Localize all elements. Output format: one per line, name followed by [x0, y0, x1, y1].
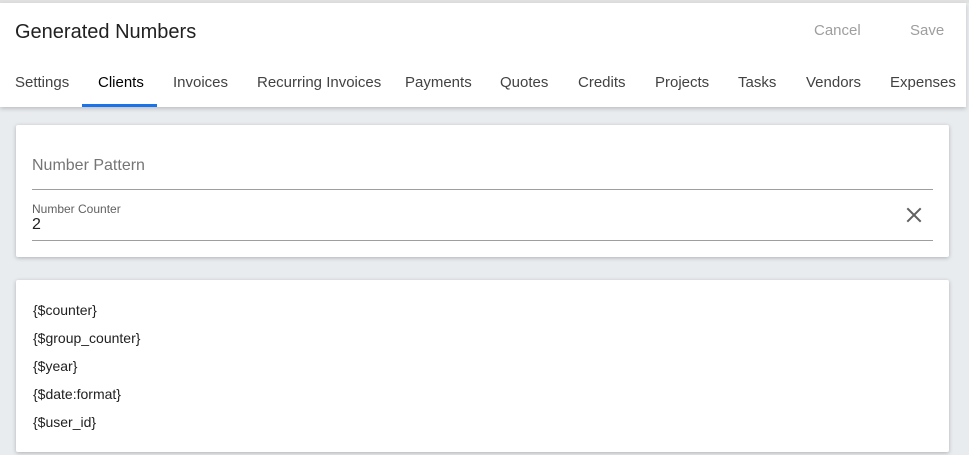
tab-expenses[interactable]: Expenses — [890, 58, 956, 107]
tab-settings[interactable]: Settings — [15, 58, 69, 107]
page-title: Generated Numbers — [15, 21, 197, 43]
tab-vendors[interactable]: Vendors — [806, 58, 861, 107]
number-pattern-field[interactable]: Number Pattern — [32, 125, 933, 190]
number-settings-card: Number Pattern Number Counter 2 — [16, 125, 949, 257]
tab-credits[interactable]: Credits — [578, 58, 626, 107]
cancel-button[interactable]: Cancel — [814, 22, 861, 39]
tab-bar: Settings Clients Invoices Recurring Invo… — [0, 58, 966, 107]
number-counter-input[interactable]: 2 — [32, 216, 41, 234]
variable-list: {$counter} {$group_counter} {$year} {$da… — [33, 301, 140, 441]
tab-payments[interactable]: Payments — [405, 58, 472, 107]
variables-card: {$counter} {$group_counter} {$year} {$da… — [16, 280, 949, 452]
number-counter-label: Number Counter — [32, 202, 121, 216]
tab-clients[interactable]: Clients — [98, 58, 144, 107]
close-icon[interactable] — [905, 206, 923, 224]
tab-recurring-invoices[interactable]: Recurring Invoices — [257, 58, 381, 107]
number-pattern-placeholder: Number Pattern — [32, 157, 145, 174]
page-header: Generated Numbers Cancel Save Settings C… — [0, 3, 966, 107]
variable-item-user-id[interactable]: {$user_id} — [33, 413, 140, 441]
number-counter-field[interactable]: Number Counter 2 — [32, 190, 933, 241]
tab-projects[interactable]: Projects — [655, 58, 709, 107]
tab-quotes[interactable]: Quotes — [500, 58, 548, 107]
variable-item-date-format[interactable]: {$date:format} — [33, 385, 140, 413]
variable-item-group-counter[interactable]: {$group_counter} — [33, 329, 140, 357]
tab-invoices[interactable]: Invoices — [173, 58, 228, 107]
active-tab-indicator — [82, 104, 157, 107]
save-button[interactable]: Save — [910, 22, 944, 39]
variable-item-counter[interactable]: {$counter} — [33, 301, 140, 329]
tab-tasks[interactable]: Tasks — [738, 58, 776, 107]
variable-item-year[interactable]: {$year} — [33, 357, 140, 385]
